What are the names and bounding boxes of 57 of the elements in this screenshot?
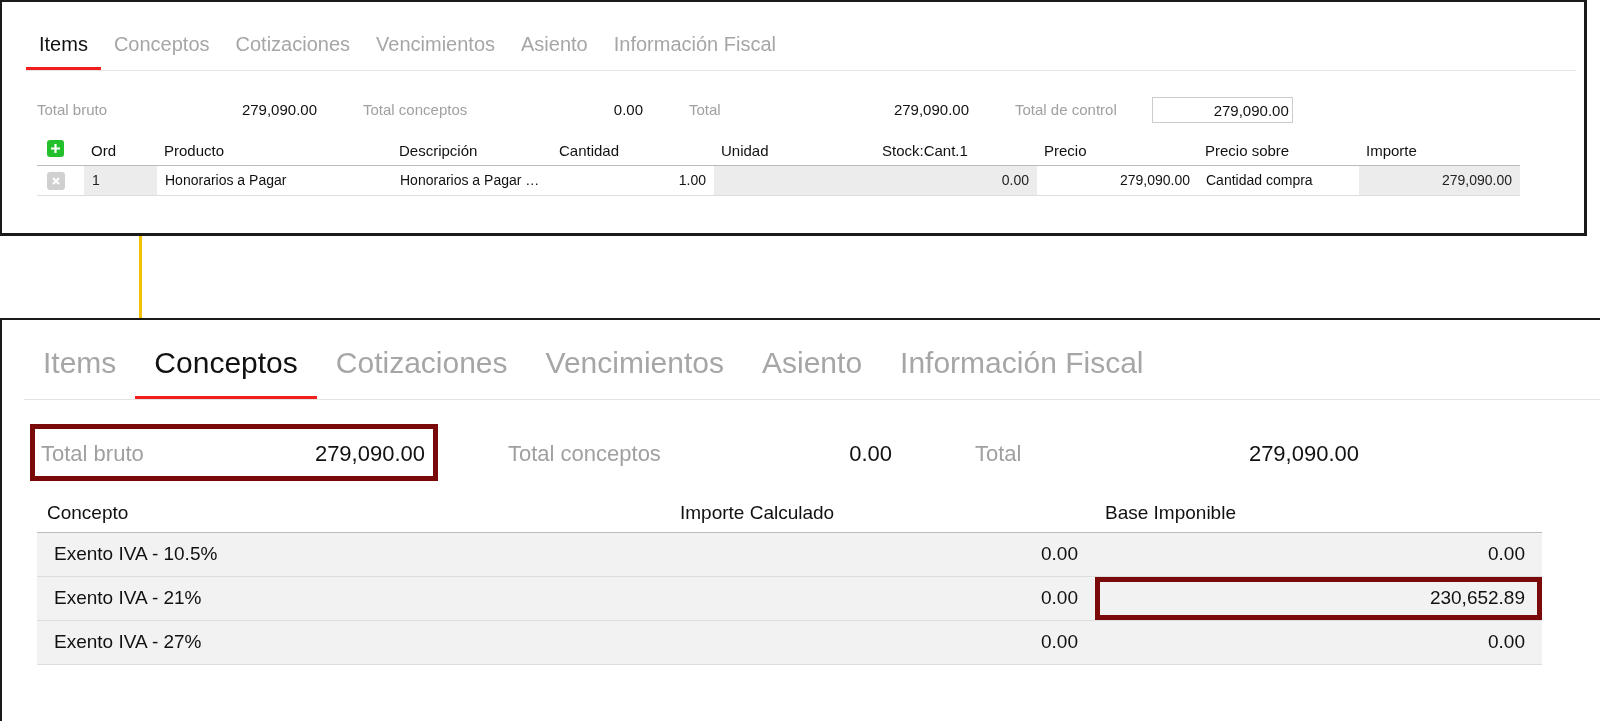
tab[interactable]: Cotizaciones [316,336,527,399]
tab[interactable]: Cotizaciones [222,28,364,70]
table-cell-text: 0.00 [1040,586,1079,611]
column-header: Ord [90,140,117,161]
tab[interactable]: Vencimientos [526,336,743,399]
total-value: 279,090.00 [314,440,425,468]
column-header: Importe Calculado [679,501,836,526]
tab[interactable]: Items [26,28,101,70]
column-header: Precio sobre [1204,140,1291,161]
add-icon[interactable] [47,140,64,157]
total-label: Total conceptos [363,99,468,120]
total-label: Total [975,440,1022,468]
tab[interactable]: Asiento [743,336,882,399]
tab[interactable]: Información Fiscal [600,28,789,70]
table-cell-text: Cantidad compra [1205,171,1314,190]
total-label: Total [689,99,721,120]
table-cell-text: 0.00 [1040,630,1079,655]
table-cell-text: 279,090.00 [1118,171,1191,190]
table-cell-text: 0.00 [1040,542,1079,567]
table-cell-text: Exento IVA - 10.5% [53,542,219,567]
column-header: Importe [1365,140,1418,161]
total-label: Total bruto [41,440,144,468]
table-cell: 0.00 [875,166,1037,195]
tab[interactable]: Conceptos [100,28,223,70]
table-cell: 1 [84,166,157,195]
total-value: 279,090.00 [1248,440,1359,468]
total-value: 0.00 [849,440,892,468]
total-value: 0.00 [613,99,643,120]
table-cell: 279,090.00 [1359,166,1520,195]
table-cell-text: 1.00 [677,171,707,190]
total-label: Total conceptos [508,440,661,468]
control-total-field[interactable]: 279,090.00 [1151,97,1293,123]
tab[interactable]: Conceptos [135,336,317,399]
delete-icon[interactable] [47,171,65,190]
table-cell-text: 0.00 [1487,630,1526,655]
total-label: Total bruto [37,99,108,120]
tab[interactable]: Items [24,336,136,399]
column-header: Cantidad [558,140,621,161]
tab[interactable]: Información Fiscal [881,336,1163,399]
column-header: Concepto [46,501,130,526]
column-header: Stock:Cant.1 [881,140,969,161]
table-cell-text: Honorarios a Pagar … [399,171,541,190]
total-value: 279,090.00 [241,99,317,120]
column-header: Descripción [398,140,479,161]
tab[interactable]: Vencimientos [363,28,508,70]
column-header: Unidad [720,140,770,161]
column-header: Producto [163,140,226,161]
column-header: Base Imponible [1104,501,1237,526]
table-cell-text: 0.00 [1487,542,1526,567]
total-label: Total de control [1015,99,1117,120]
column-header: Precio [1043,140,1088,161]
total-value: 279,090.00 [893,99,969,120]
tab[interactable]: Asiento [508,28,601,70]
table-cell-text: Exento IVA - 21% [53,586,203,611]
table-cell-text: Honorarios a Pagar [164,171,288,190]
table-cell: 230,652.89 [1095,577,1542,620]
table-cell-text: Exento IVA - 27% [53,630,203,655]
